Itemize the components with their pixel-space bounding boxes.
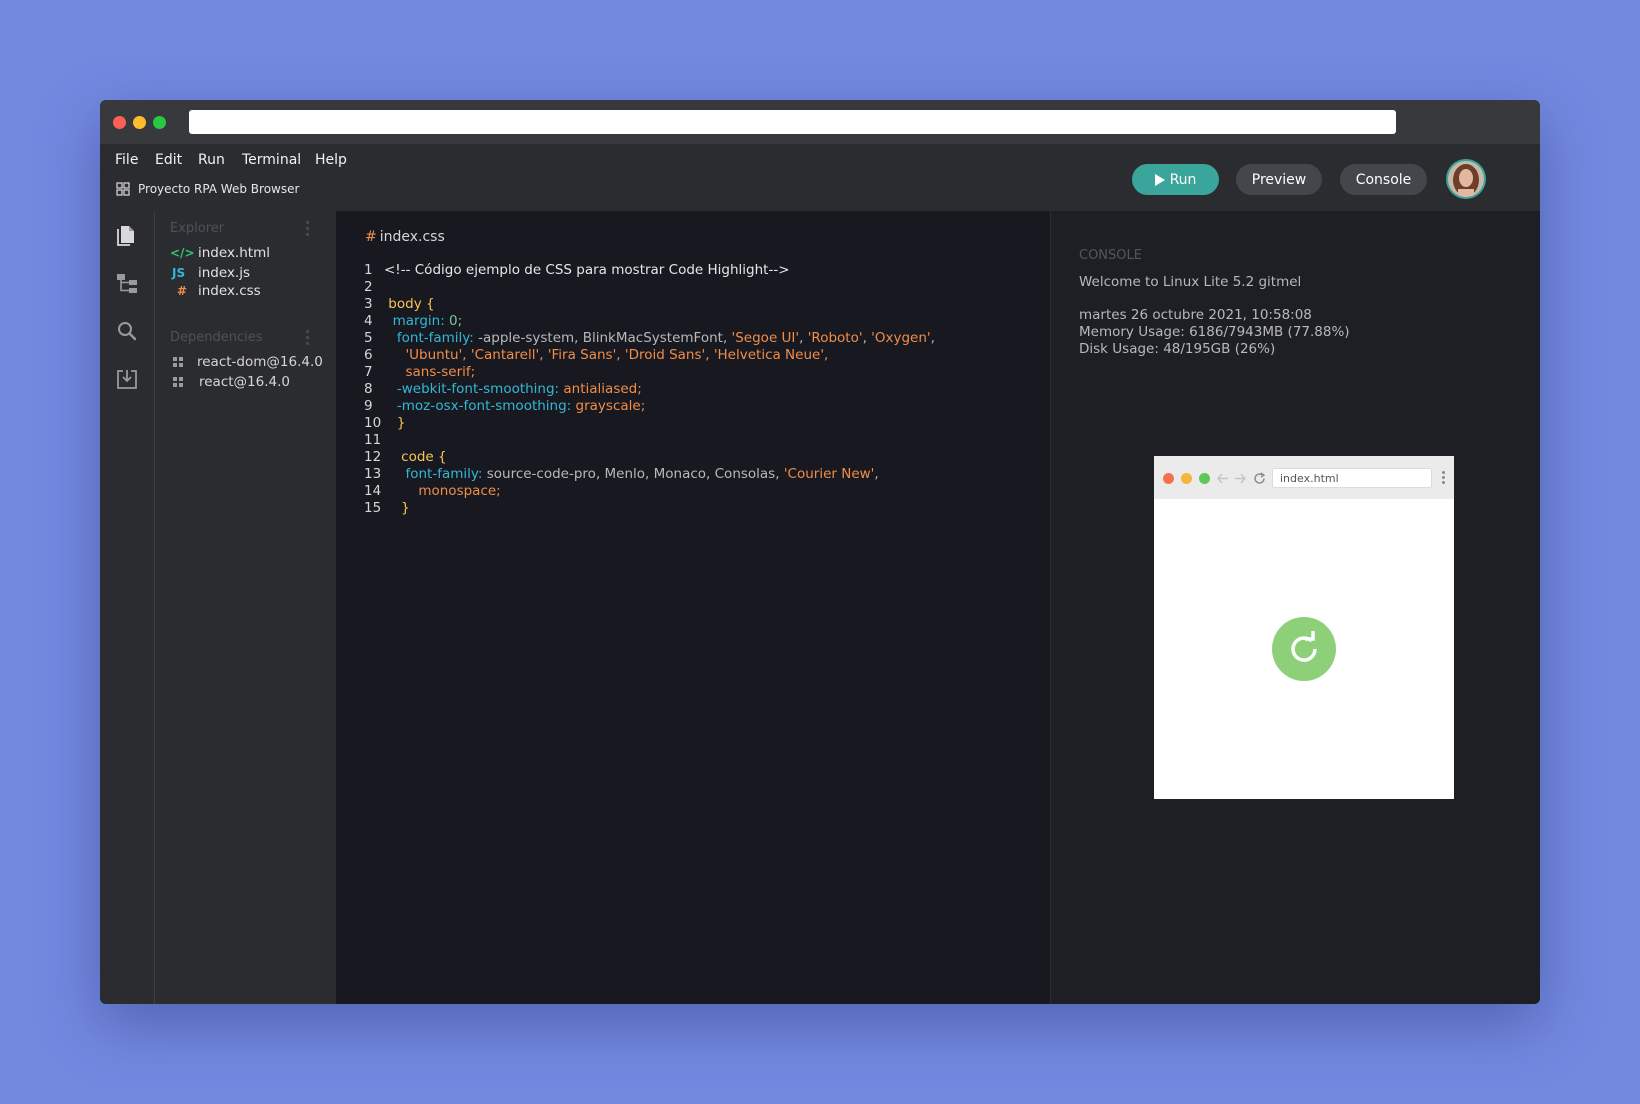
menu-edit[interactable]: Edit xyxy=(155,152,182,168)
console-memory: Memory Usage: 6186/7943MB (77.88%) xyxy=(1079,324,1350,340)
run-button-label: Run xyxy=(1169,171,1197,188)
console-date: martes 26 octubre 2021, 10:58:08 xyxy=(1079,307,1312,323)
code-line: 13 font-family: source-code-pro, Menlo, … xyxy=(364,466,879,482)
files-icon[interactable] xyxy=(115,223,139,247)
code-area[interactable]: 1 <!-- Código ejemplo de CSS para mostrar… xyxy=(364,262,935,517)
sidebar: Explorer </> index.html JS index.js # in… xyxy=(156,211,336,1004)
grid-icon xyxy=(116,182,130,196)
css-icon: # xyxy=(177,284,188,298)
file-index-html[interactable]: </> index.html xyxy=(170,245,270,261)
minimize-window-button[interactable] xyxy=(133,116,146,129)
code-line: 3 body { xyxy=(364,296,435,312)
refresh-icon[interactable] xyxy=(1253,472,1266,485)
console-welcome: Welcome to Linux Lite 5.2 gitmel xyxy=(1079,274,1302,290)
maximize-window-button[interactable] xyxy=(153,116,166,129)
preview-button-label: Preview xyxy=(1251,171,1307,188)
menu-bar: File Edit Run Terminal Help Proyecto RPA… xyxy=(100,144,1540,211)
file-name: index.html xyxy=(198,245,270,261)
preview-menu-icon[interactable] xyxy=(1442,471,1445,484)
tab-label: index.css xyxy=(379,229,445,245)
preview-button[interactable]: Preview xyxy=(1236,164,1322,195)
html-icon: </> xyxy=(170,246,195,260)
project-title[interactable]: Proyecto RPA Web Browser xyxy=(116,182,299,196)
run-button[interactable]: Run xyxy=(1132,164,1219,195)
menu-terminal[interactable]: Terminal xyxy=(242,152,301,168)
address-bar[interactable] xyxy=(189,110,1396,134)
code-line: 5 font-family: -apple-system, BlinkMacSy… xyxy=(364,330,935,346)
file-index-js[interactable]: JS index.js xyxy=(170,265,250,281)
code-line: 9 -moz-osx-font-smoothing: grayscale; xyxy=(364,398,646,414)
dependency-item[interactable]: react@16.4.0 xyxy=(173,374,290,390)
dependency-name: react@16.4.0 xyxy=(199,374,290,390)
menu-file[interactable]: File xyxy=(115,152,138,168)
tree-icon[interactable] xyxy=(115,271,139,295)
preview-minimize-button[interactable] xyxy=(1181,473,1192,484)
preview-url-field[interactable]: index.html xyxy=(1272,468,1432,488)
project-name: Proyecto RPA Web Browser xyxy=(138,182,300,196)
package-icon xyxy=(173,357,183,367)
code-line: 6 'Ubuntu', 'Cantarell', 'Fira Sans', 'D… xyxy=(364,347,829,363)
title-bar xyxy=(100,100,1540,144)
menu-help[interactable]: Help xyxy=(315,152,347,168)
menu-run[interactable]: Run xyxy=(198,152,225,168)
console-panel: CONSOLE Welcome to Linux Lite 5.2 gitmel… xyxy=(1050,211,1540,1004)
console-title: CONSOLE xyxy=(1079,248,1142,263)
close-window-button[interactable] xyxy=(113,116,126,129)
dependency-name: react-dom@16.4.0 xyxy=(197,354,323,370)
activity-bar xyxy=(100,211,155,1004)
search-icon[interactable] xyxy=(115,319,139,343)
console-button-label: Console xyxy=(1355,171,1412,188)
preview-close-button[interactable] xyxy=(1163,473,1174,484)
code-line: 14 monospace; xyxy=(364,483,501,499)
code-editor[interactable]: # index.css 1 <!-- Código ejemplo de CSS p… xyxy=(336,211,1050,1004)
code-line: 2 xyxy=(364,279,373,295)
dependency-item[interactable]: react-dom@16.4.0 xyxy=(173,354,323,370)
forward-arrow-icon[interactable] xyxy=(1234,473,1246,484)
reload-icon xyxy=(1291,631,1317,662)
file-index-css[interactable]: # index.css xyxy=(170,283,261,299)
file-name: index.js xyxy=(198,265,251,281)
explorer-title: Explorer xyxy=(170,221,225,236)
code-line: 11 xyxy=(364,432,382,448)
code-line: 8 -webkit-font-smoothing: antialiased; xyxy=(364,381,642,397)
code-line: 12 code { xyxy=(364,449,447,465)
file-name: index.css xyxy=(198,283,261,299)
css-icon: # xyxy=(365,229,377,245)
console-button[interactable]: Console xyxy=(1340,164,1427,195)
js-icon: JS xyxy=(172,266,186,280)
code-line: 15 } xyxy=(364,500,410,516)
console-disk: Disk Usage: 48/195GB (26%) xyxy=(1079,341,1276,357)
code-line: 1 <!-- Código ejemplo de CSS para mostrar… xyxy=(364,262,790,278)
back-arrow-icon[interactable] xyxy=(1217,473,1229,484)
code-line: 10 } xyxy=(364,415,406,431)
preview-browser: index.html xyxy=(1154,456,1454,799)
play-icon xyxy=(1154,173,1165,186)
tab-index-css[interactable]: # index.css xyxy=(365,229,445,245)
preview-toolbar: index.html xyxy=(1154,456,1454,499)
reload-button[interactable] xyxy=(1272,617,1336,681)
avatar[interactable] xyxy=(1446,159,1486,199)
explorer-more-icon[interactable] xyxy=(306,221,310,237)
package-icon xyxy=(173,377,183,387)
user-avatar-icon xyxy=(1448,161,1484,197)
download-icon[interactable] xyxy=(115,367,139,391)
dependencies-more-icon[interactable] xyxy=(306,330,310,346)
dependencies-title: Dependencies xyxy=(170,330,263,345)
preview-maximize-button[interactable] xyxy=(1199,473,1210,484)
code-line: 4 margin: 0; xyxy=(364,313,463,329)
code-line: 7 sans-serif; xyxy=(364,364,476,380)
app-window: File Edit Run Terminal Help Proyecto RPA… xyxy=(100,100,1540,1004)
